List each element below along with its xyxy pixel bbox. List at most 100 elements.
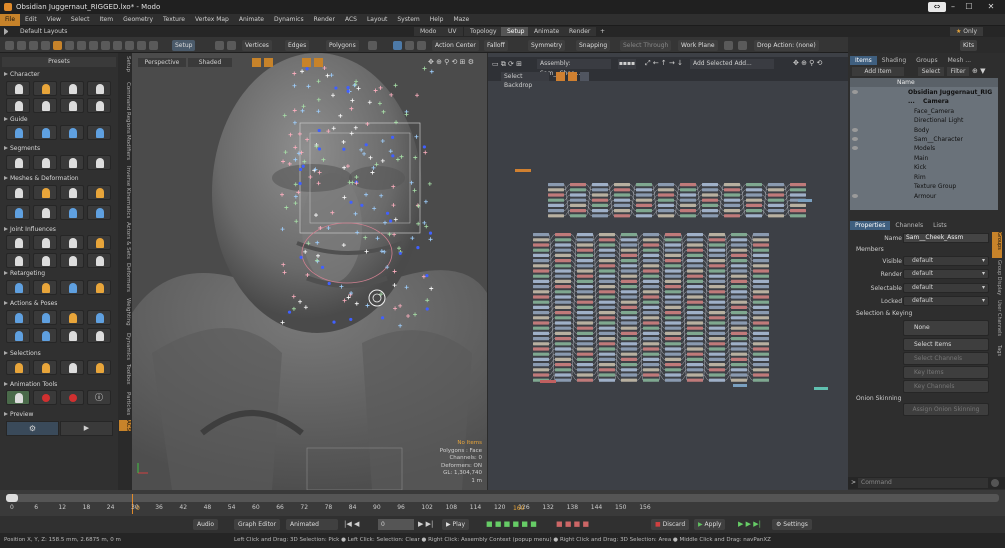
meshes-tool-4[interactable] [87,185,111,200]
schematic-node[interactable] [687,300,703,304]
schematic-node[interactable] [731,342,747,346]
rig-control-dot[interactable] [301,164,305,168]
rig-control-dot[interactable] [425,307,429,311]
schematic-node[interactable] [592,198,608,202]
schematic-node[interactable] [680,188,696,192]
tab-setup[interactable]: Setup [501,27,531,36]
schematic-node[interactable] [658,183,674,187]
schematic-node[interactable] [643,300,659,304]
schematic-node[interactable] [665,368,681,372]
menu-layout[interactable]: Layout [362,14,392,26]
selection-keying-header[interactable]: Selection & Keying [856,310,912,317]
schematic-nav-arrows[interactable]: ⤢ ← ↑ → ↓ [645,59,683,68]
rig-control-dot[interactable] [342,147,346,151]
meshes-tool-8[interactable] [87,205,111,220]
schematic-node[interactable] [746,214,762,218]
schematic-node[interactable] [768,193,784,197]
schematic-node[interactable] [702,198,718,202]
segments-tool-4[interactable] [87,155,111,170]
rig-control-dot[interactable] [287,310,292,314]
menu-geometry[interactable]: Geometry [118,14,158,26]
command-history-icon[interactable] [991,479,999,487]
schematic-node[interactable] [665,264,681,268]
action-center-button[interactable]: Action Center [432,40,479,51]
schematic-node[interactable] [555,311,571,315]
schematic-node[interactable] [643,368,659,372]
3d-viewport[interactable] [132,53,487,490]
tool-icon-active[interactable] [53,41,62,50]
schematic-node[interactable] [577,290,593,294]
rig-control-cross[interactable] [404,112,409,117]
schematic-node[interactable] [555,352,571,356]
schematic-node[interactable] [687,243,703,247]
schematic-node[interactable] [533,316,549,320]
schematic-node[interactable] [768,209,784,213]
schematic-node[interactable] [555,243,571,247]
schematic-view-icons[interactable]: ✥ ⊕ ⚲ ⟲ [793,59,822,67]
none-button[interactable]: None [903,320,989,336]
schematic-node[interactable] [665,326,681,330]
schematic-node[interactable] [753,337,769,341]
menu-vertex-map[interactable]: Vertex Map [190,14,234,26]
schematic-node[interactable] [533,264,549,268]
schematic-node[interactable] [621,253,637,257]
close-icon[interactable]: ✕ [982,2,1000,12]
rig-control-cross[interactable] [429,69,434,74]
schematic-node[interactable] [577,321,593,325]
rig-control-dot[interactable] [360,203,364,207]
schematic-node[interactable] [768,214,784,218]
schematic-node[interactable] [621,279,637,283]
schematic-node[interactable] [533,269,549,273]
tool-icon-9[interactable] [101,41,110,50]
drop-action-dropdown[interactable]: Drop Action: (none) [754,40,819,51]
segments-tool-1[interactable] [6,155,30,170]
item-camera[interactable]: Camera [848,97,997,106]
play-button[interactable]: ▶ Play [442,519,470,530]
schematic-node[interactable] [643,233,659,237]
schematic-node[interactable] [731,347,747,351]
schematic-node[interactable] [643,316,659,320]
schematic-node[interactable] [709,300,725,304]
schematic-node[interactable] [548,214,564,218]
schematic-node[interactable] [687,321,703,325]
schematic-node[interactable] [687,290,703,294]
schematic-node[interactable] [731,305,747,309]
schematic-node[interactable] [687,295,703,299]
tab-topology[interactable]: Topology [464,27,503,36]
joint-tool-2[interactable] [33,235,57,250]
schematic-node[interactable] [746,203,762,207]
schematic-node[interactable] [665,352,681,356]
schematic-node[interactable] [614,188,630,192]
schematic-node[interactable] [687,342,703,346]
schematic-node[interactable] [555,378,571,382]
schematic-node[interactable] [643,264,659,268]
settings-button[interactable]: ⚙ Settings [772,519,812,530]
schematic-node[interactable] [599,357,615,361]
schematic-node[interactable] [533,373,549,377]
schematic-node[interactable] [577,373,593,377]
actions-tool-7[interactable] [60,328,84,343]
section-segments[interactable]: Segments [2,144,118,153]
schematic-node[interactable] [731,331,747,335]
item-texture-group[interactable]: Texture Group [848,182,997,191]
schematic-node[interactable] [643,342,659,346]
schematic-node[interactable] [731,290,747,294]
only-toggle[interactable]: ★ Only [950,27,984,36]
tool-icon-8[interactable] [89,41,98,50]
rig-control-dot[interactable] [425,274,429,278]
schematic-node[interactable] [577,233,593,237]
tab-shading[interactable]: Shading [877,56,911,65]
schematic-node[interactable] [599,233,615,237]
schematic-node[interactable] [753,378,769,382]
add-selected-dropdown[interactable]: Add Selected Add... [690,59,774,69]
rig-control-dot[interactable] [385,211,390,215]
vtab-acs[interactable]: ACS [119,420,131,431]
schematic-node[interactable] [614,214,630,218]
schematic-node[interactable] [731,233,747,237]
preview-gear-button[interactable]: ⚙ [6,421,59,436]
schematic-node[interactable] [533,326,549,330]
tool-icon-4[interactable] [41,41,50,50]
backdrop-color-icon-2[interactable] [568,72,577,81]
schematic-node[interactable] [555,342,571,346]
schematic-node[interactable] [643,305,659,309]
